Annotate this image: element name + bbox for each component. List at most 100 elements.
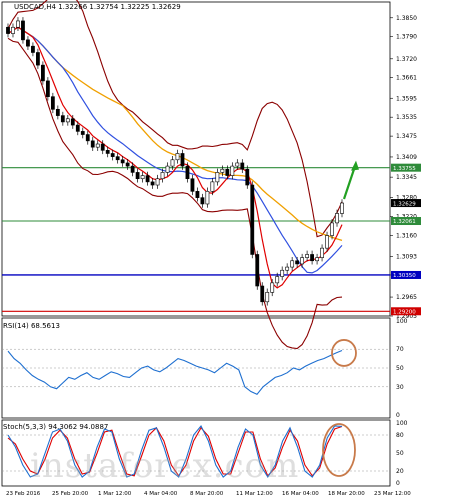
candle-body [310,254,314,262]
candle-body [115,156,120,161]
candle-body [120,159,125,164]
candle-body [110,153,115,157]
candle-body [210,181,215,192]
candle-body [50,96,55,110]
candle-body [165,165,170,173]
candle-body [26,39,30,47]
candle-body [140,175,145,180]
price-tick-label: 1.3345 [396,174,417,181]
candle-body [150,181,155,186]
candle-body [190,178,195,192]
candle-body [280,269,285,277]
rsi-tick-label: 0 [396,412,400,419]
candle-body [125,162,130,167]
price-tick-label: 1.3850 [396,15,417,22]
price-tick-label: 1.3093 [396,254,417,261]
level-tag-label: 1.33755 [393,166,416,172]
candle-body [200,197,205,205]
candle-body [180,153,185,167]
rsi-tick-label: 30 [396,384,404,391]
candle-body [170,159,175,167]
candle-body [255,254,260,287]
candle-body [70,118,75,126]
candle-body [95,143,100,148]
candle-body [60,115,65,123]
rsi-label: RSI(14) 68.5613 [3,322,60,330]
rsi-tick-label: 70 [396,346,404,353]
candle-body [130,165,135,173]
candle-body [265,292,270,303]
stoch-tick-label: 80 [396,432,404,439]
candle-body [340,202,344,214]
time-axis-label: 18 Mar 20:00 [328,491,365,497]
candle-body [185,165,190,180]
time-axis-label: 4 Mar 04:00 [144,491,178,497]
rsi-tick-label: 100 [396,318,408,325]
time-axis-label: 8 Mar 20:00 [190,491,224,497]
candle-body [215,172,220,183]
candle-body [330,222,334,236]
candle-body [260,285,265,303]
candle-body [6,26,10,34]
candle-body [270,282,275,293]
candle-body [16,20,20,28]
candle-body [65,118,70,123]
candle-body [220,168,225,173]
current-price-label: 1.32629 [393,201,416,207]
price-tick-label: 1.3661 [396,74,417,81]
watermark: instaforex.com [30,446,300,486]
rsi-tick-label: 50 [396,365,404,372]
candle-body [11,26,15,34]
candle-body [45,80,50,97]
price-tick-label: 1.3720 [396,56,417,63]
symbol-text: USDCAD,H4 [14,3,56,11]
stoch-label: Stoch(5,3,3) 94.3062 94.0887 [3,423,109,431]
candle-body [235,162,240,167]
price-tick-label: 1.3595 [396,95,417,102]
candle-body [80,131,85,135]
candle-body [85,134,90,142]
candle-body [230,165,235,176]
candle-body [205,191,210,205]
candle-body [175,153,180,161]
candle-body [195,191,200,198]
candle-body [145,175,150,183]
candle-body [250,184,255,255]
stoch-tick-label: 100 [396,420,408,427]
stoch-tick-label: 20 [396,468,404,475]
candle-body [40,64,45,82]
candle-body [135,172,140,180]
candle-body [75,124,80,132]
level-tag-label: 1.29200 [393,309,416,315]
candle-body [305,254,310,258]
candle-body [290,260,295,268]
candle-body [320,247,324,258]
candle-body [21,20,25,41]
candle-body [300,257,305,265]
candle-body [36,52,40,66]
level-tag-label: 1.32061 [393,219,416,225]
candle-body [105,150,110,154]
ohlc-text: 1.32266 1.32754 1.32225 1.32629 [58,3,181,11]
price-tick-label: 1.3790 [396,34,417,41]
time-axis-label: 23 Feb 2016 [6,491,41,497]
time-axis-label: 1 Mar 12:00 [98,491,132,497]
candle-body [295,260,300,265]
time-axis-label: 23 Mar 12:00 [374,491,411,497]
candle-body [275,276,280,284]
time-axis-label: 16 Mar 04:00 [282,491,319,497]
candle-body [315,257,319,262]
symbol-label: USDCAD,H4 1.32266 1.32754 1.32225 1.3262… [14,3,181,11]
stoch-tick-label: 50 [396,450,404,457]
candle-body [55,108,60,116]
candle-body [90,140,95,148]
candle-body [245,168,250,186]
candle-body [160,172,165,180]
trading-chart: 1.3850 1.3790 1.3720 1.3661 1.3595 1.3535 1.34… [0,0,473,500]
level-tag-label: 1.30350 [393,273,416,279]
candle-body [240,162,245,170]
candle-body [100,143,105,151]
candle-body [31,45,35,53]
price-tick-label: 1.2965 [396,294,417,301]
price-tick-label: 1.3409 [396,154,417,161]
